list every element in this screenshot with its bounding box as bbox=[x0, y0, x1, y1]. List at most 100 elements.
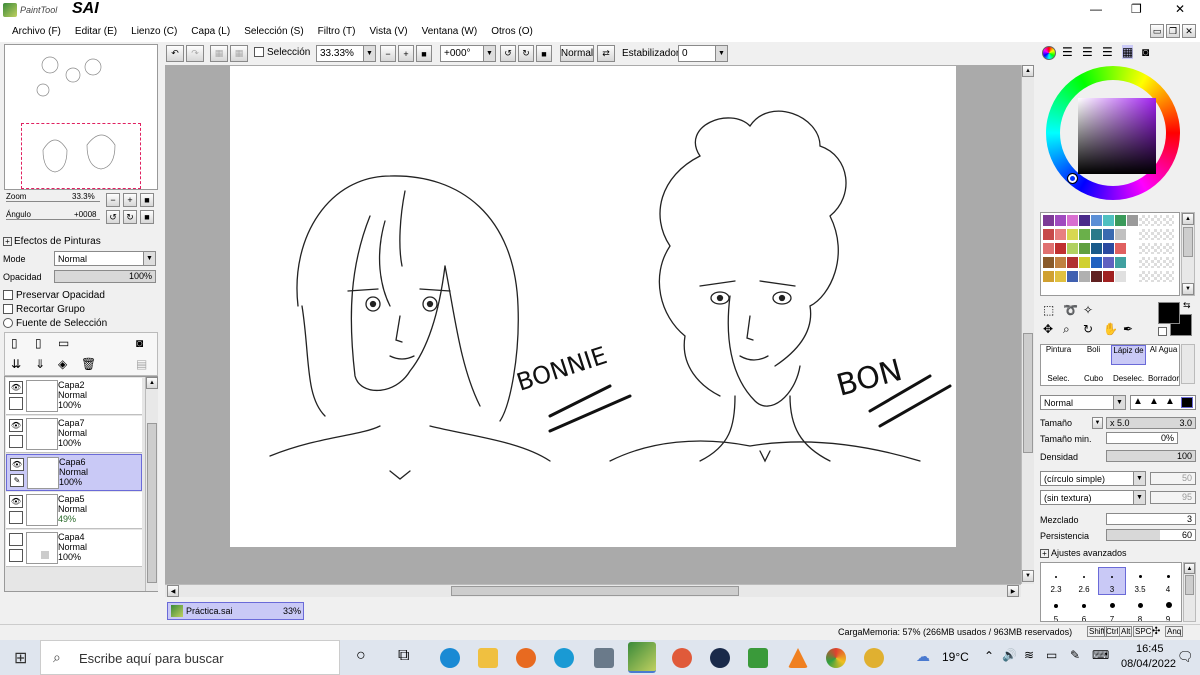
toolbar-rotate-reset-button[interactable]: ■ bbox=[536, 45, 552, 62]
navigator-preview[interactable] bbox=[4, 44, 158, 190]
clip-group-checkbox[interactable] bbox=[3, 304, 13, 315]
clock-time[interactable]: 16:45 bbox=[1136, 643, 1164, 655]
hsv-slider-tab-icon[interactable]: ☰ bbox=[1082, 45, 1093, 59]
brush-size-preset[interactable]: 3.5 bbox=[1127, 585, 1153, 594]
layer-item[interactable]: 👁 Capa2 Normal 100% bbox=[6, 378, 142, 415]
scroll-down-arrow-icon[interactable]: ▼ bbox=[1182, 283, 1194, 295]
color-swatch[interactable] bbox=[1055, 257, 1066, 268]
color-swatch[interactable] bbox=[1043, 271, 1054, 282]
empty-swatch[interactable] bbox=[1139, 215, 1150, 226]
apply-mask-icon[interactable]: ▤ bbox=[136, 357, 147, 371]
visibility-eye-icon[interactable]: 👁 bbox=[10, 458, 24, 471]
brush-edge-options[interactable]: ▲ ▲ ▲ bbox=[1130, 395, 1196, 410]
rotate-tool-icon[interactable]: ↻ bbox=[1083, 322, 1093, 336]
zoom-combo[interactable]: 33.33% ▼ bbox=[316, 45, 376, 62]
rotate-right-button[interactable]: ↻ bbox=[123, 210, 137, 224]
wifi-icon[interactable]: ≋ bbox=[1024, 648, 1034, 662]
scroll-down-arrow-icon[interactable]: ▼ bbox=[1022, 570, 1034, 582]
pen-icon[interactable]: ✎ bbox=[1070, 648, 1080, 662]
swatch-scrollbar[interactable]: ▲ ▼ bbox=[1181, 212, 1195, 296]
scroll-up-arrow-icon[interactable]: ▲ bbox=[1184, 563, 1195, 574]
empty-swatch[interactable] bbox=[1151, 271, 1162, 282]
color-swatch[interactable] bbox=[1067, 243, 1078, 254]
toolbar-rotate-right-button[interactable]: ↻ bbox=[518, 45, 534, 62]
brush-size-preset[interactable]: 3 bbox=[1099, 585, 1125, 594]
menu-lienzo[interactable]: Lienzo (C) bbox=[124, 26, 184, 37]
pen-edit-icon[interactable]: ✎ bbox=[10, 474, 24, 487]
color-wheel[interactable] bbox=[1046, 66, 1180, 200]
calculator-icon[interactable] bbox=[594, 648, 614, 668]
eyedropper-icon[interactable]: ✒ bbox=[1123, 322, 1133, 336]
brush-texture-select[interactable]: (sin textura) ▼ bbox=[1040, 490, 1146, 505]
color-swatch[interactable] bbox=[1055, 271, 1066, 282]
color-swatch[interactable] bbox=[1055, 229, 1066, 240]
toolbar-zoom-reset-button[interactable]: ■ bbox=[416, 45, 432, 62]
merge-down-icon[interactable]: ⇓ bbox=[35, 357, 45, 371]
vlc-icon[interactable] bbox=[788, 648, 808, 668]
empty-swatch[interactable] bbox=[1151, 257, 1162, 268]
canvas-vscroll-thumb[interactable] bbox=[1023, 333, 1033, 453]
restore-button[interactable]: ❐ bbox=[1131, 2, 1142, 16]
canvas-horizontal-scrollbar[interactable]: ◀ ▶ bbox=[165, 584, 1021, 597]
volume-icon[interactable]: 🔊 bbox=[1002, 648, 1017, 662]
layer-scrollbar[interactable]: ▲ bbox=[145, 377, 158, 591]
toolbar-zoom-in-button[interactable]: + bbox=[398, 45, 414, 62]
color-swatch[interactable] bbox=[1091, 215, 1102, 226]
scroll-right-arrow-icon[interactable]: ▶ bbox=[1007, 585, 1019, 597]
visibility-eye-icon[interactable]: 👁 bbox=[9, 419, 23, 432]
edge-soft-icon[interactable]: ▲ bbox=[1165, 396, 1175, 407]
menu-seleccion[interactable]: Selección (S) bbox=[237, 26, 310, 37]
brush-scroll-thumb[interactable] bbox=[1185, 575, 1194, 595]
lock-toggle[interactable] bbox=[9, 549, 23, 562]
primary-color-swatch[interactable] bbox=[1158, 302, 1180, 324]
tool-selec[interactable]: Selec. bbox=[1041, 374, 1076, 386]
color-swatch[interactable] bbox=[1103, 257, 1114, 268]
size-mult-dropdown[interactable]: ▼ bbox=[1092, 417, 1103, 429]
color-swatch[interactable] bbox=[1115, 243, 1126, 254]
brush-size-preset[interactable]: 4 bbox=[1155, 585, 1181, 594]
empty-swatch[interactable] bbox=[1139, 271, 1150, 282]
color-swatch[interactable] bbox=[1091, 229, 1102, 240]
color-swatch[interactable] bbox=[1067, 215, 1078, 226]
painttool-sai-taskbar-icon[interactable] bbox=[628, 642, 656, 673]
swatch-scroll-thumb[interactable] bbox=[1183, 227, 1193, 257]
canvas-vertical-scrollbar[interactable]: ▲ ▼ bbox=[1021, 65, 1034, 584]
menu-ventana[interactable]: Ventana (W) bbox=[415, 26, 485, 37]
color-swatch[interactable] bbox=[1127, 229, 1138, 240]
color-swatch[interactable] bbox=[1079, 215, 1090, 226]
brush-texture-slider[interactable]: 95 bbox=[1150, 491, 1196, 504]
empty-swatch[interactable] bbox=[1163, 215, 1174, 226]
tool-deselec[interactable]: Deselec. bbox=[1111, 374, 1146, 386]
tool-cubo[interactable]: Cubo bbox=[1076, 374, 1111, 386]
color-swatch[interactable] bbox=[1115, 271, 1126, 282]
mdi-close-button[interactable]: ✕ bbox=[1182, 24, 1196, 38]
size-slider[interactable]: x 5.0 3.0 bbox=[1106, 417, 1196, 429]
layer-opacity-slider[interactable]: 100% bbox=[54, 270, 156, 283]
paint-effects-header[interactable]: + Efectos de Pinturas bbox=[3, 236, 101, 247]
selection-toggle[interactable]: Selección bbox=[254, 47, 310, 58]
color-swatch[interactable] bbox=[1079, 257, 1090, 268]
clear-layer-icon[interactable]: ◈ bbox=[58, 357, 67, 371]
zoom-slider[interactable] bbox=[6, 201, 100, 204]
menu-filtro[interactable]: Filtro (T) bbox=[311, 26, 363, 37]
layer-item[interactable]: 👁 Capa5 Normal 49% bbox=[6, 492, 142, 529]
color-swatch[interactable] bbox=[1103, 229, 1114, 240]
brush-size-preset[interactable]: 9 bbox=[1155, 615, 1181, 621]
preserve-opacity-option[interactable]: Preservar Opacidad bbox=[3, 290, 105, 301]
brush-size-preset[interactable]: 7 bbox=[1099, 615, 1125, 621]
color-swatch[interactable] bbox=[1043, 215, 1054, 226]
blend-slider[interactable]: 3 bbox=[1106, 513, 1196, 525]
menu-editar[interactable]: Editar (E) bbox=[68, 26, 124, 37]
min-size-slider[interactable]: 0% bbox=[1106, 432, 1178, 444]
rotate-reset-button[interactable]: ■ bbox=[140, 210, 154, 224]
menu-vista[interactable]: Vista (V) bbox=[362, 26, 414, 37]
visibility-eye-icon[interactable]: 👁 bbox=[9, 495, 23, 508]
weather-cloud-icon[interactable]: ☁ bbox=[916, 648, 930, 665]
lock-toggle[interactable] bbox=[9, 397, 23, 410]
invert-selection-button[interactable]: ▦ bbox=[230, 45, 248, 62]
layer-item[interactable]: 👁 Capa7 Normal 100% bbox=[6, 416, 142, 453]
zoom-tool-icon[interactable]: ⌕ bbox=[1063, 322, 1070, 337]
brush-mode-select[interactable]: Normal ▼ bbox=[1040, 395, 1126, 410]
color-swatch[interactable] bbox=[1103, 215, 1114, 226]
magic-wand-icon[interactable]: ✧ bbox=[1083, 303, 1093, 317]
